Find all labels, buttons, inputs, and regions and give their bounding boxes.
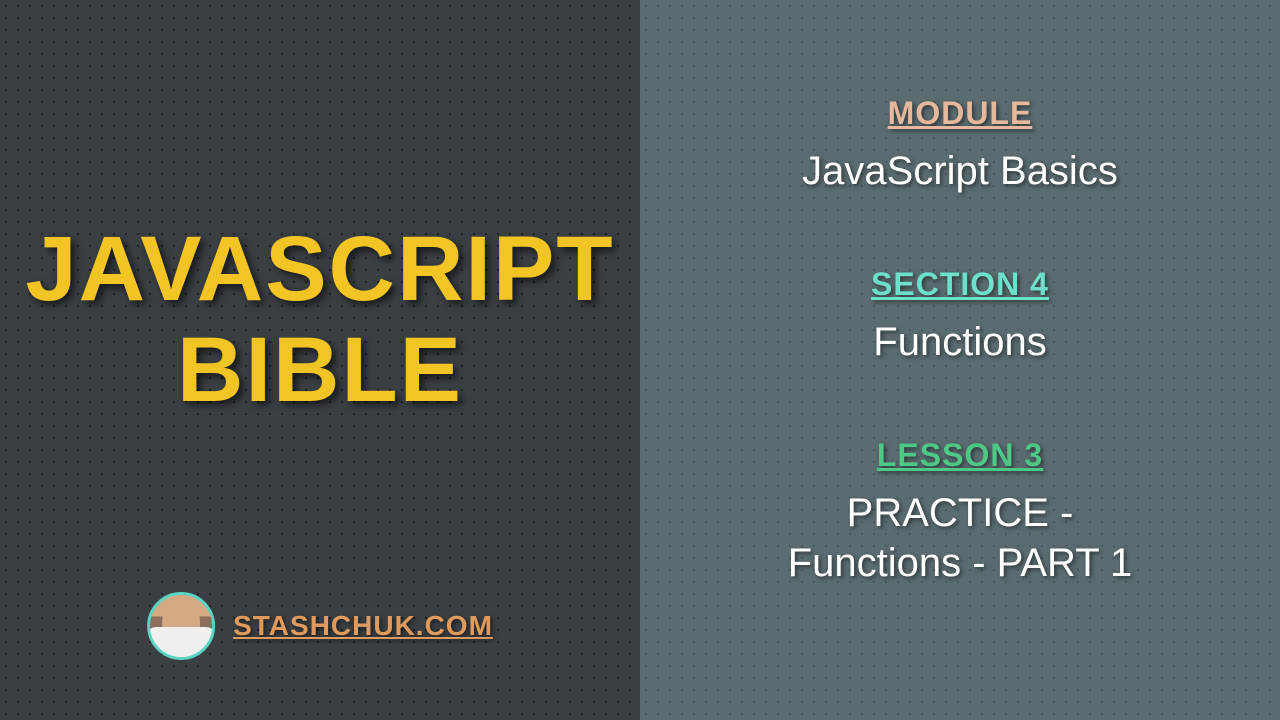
course-title: JAVASCRIPT BIBLE bbox=[25, 219, 614, 421]
right-panel: MODULE JavaScript Basics SECTION 4 Funct… bbox=[640, 0, 1280, 720]
lesson-value-line-2: Functions - PART 1 bbox=[788, 538, 1133, 588]
section-label: SECTION 4 bbox=[871, 266, 1049, 303]
lesson-value-line-1: PRACTICE - bbox=[788, 488, 1133, 538]
lesson-block: LESSON 3 PRACTICE - Functions - PART 1 bbox=[788, 437, 1133, 588]
module-value: JavaScript Basics bbox=[802, 146, 1118, 196]
lesson-label: LESSON 3 bbox=[788, 437, 1133, 474]
left-panel: JAVASCRIPT BIBLE STASHCHUK.COM bbox=[0, 0, 640, 720]
author-avatar-icon bbox=[147, 592, 215, 660]
author-url: STASHCHUK.COM bbox=[233, 610, 493, 642]
author-block: STASHCHUK.COM bbox=[147, 592, 493, 660]
title-line-1: JAVASCRIPT bbox=[25, 219, 614, 320]
module-block: MODULE JavaScript Basics bbox=[802, 95, 1118, 196]
lesson-value: PRACTICE - Functions - PART 1 bbox=[788, 488, 1133, 588]
section-value: Functions bbox=[871, 317, 1049, 367]
title-line-2: BIBLE bbox=[25, 320, 614, 421]
section-block: SECTION 4 Functions bbox=[871, 266, 1049, 367]
module-label: MODULE bbox=[802, 95, 1118, 132]
